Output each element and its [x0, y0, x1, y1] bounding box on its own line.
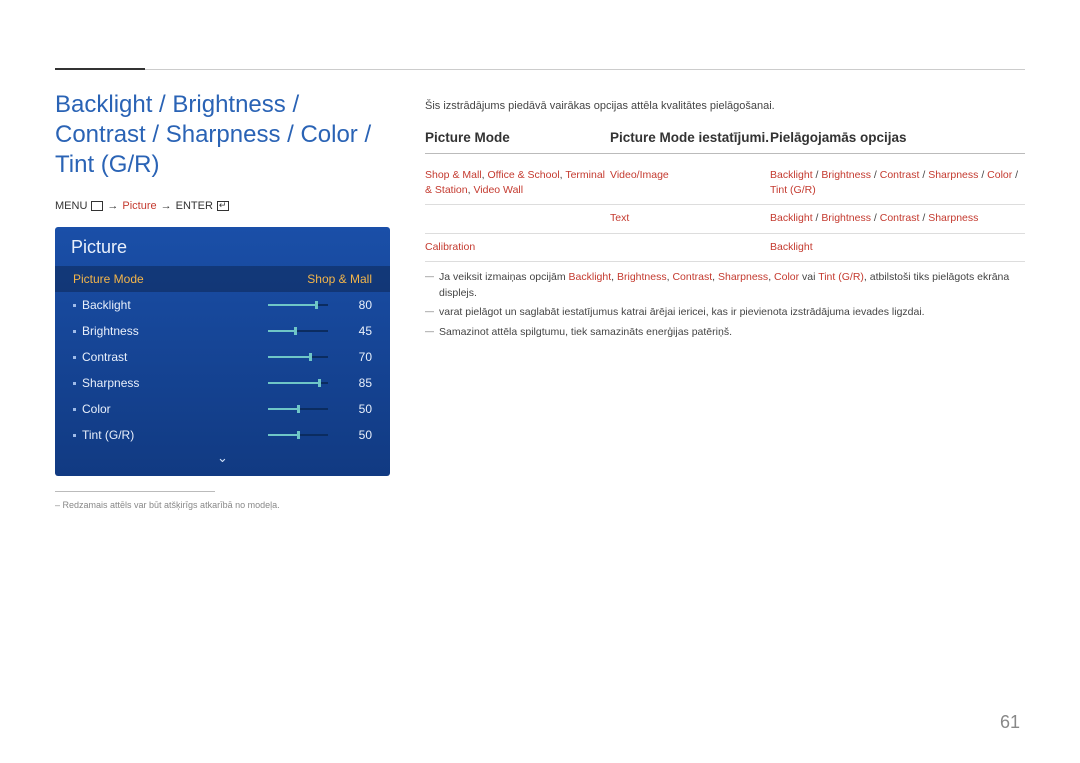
table-row: Shop & Mall, Office & School, Terminal &… — [425, 162, 1025, 205]
menu-path: MENU → Picture → ENTER — [55, 200, 390, 212]
slider-label: Backlight — [73, 298, 268, 312]
th-options: Pielāgojamās opcijas — [770, 130, 1025, 145]
slider-value: 50 — [344, 402, 372, 416]
slider-label: Color — [73, 402, 268, 416]
slider-track[interactable] — [268, 408, 328, 410]
picture-mode-value: Shop & Mall — [307, 272, 372, 286]
picture-mode-row[interactable]: Picture Mode Shop & Mall — [55, 266, 390, 292]
menu-picture: Picture — [122, 200, 156, 212]
slider-row[interactable]: Tint (G/R) 50 — [55, 422, 390, 448]
slider-track[interactable] — [268, 382, 328, 384]
horizontal-rule-thick — [55, 68, 145, 70]
slider-track[interactable] — [268, 356, 328, 358]
table-header: Picture Mode Picture Mode iestatījumi. P… — [425, 130, 1025, 154]
page-number: 61 — [1000, 712, 1020, 733]
slider-value: 70 — [344, 350, 372, 364]
slider-label: Sharpness — [73, 376, 268, 390]
th-settings: Picture Mode iestatījumi. — [610, 130, 770, 145]
picture-mode-label: Picture Mode — [73, 272, 307, 286]
slider-value: 45 — [344, 324, 372, 338]
slider-row[interactable]: Color 50 — [55, 396, 390, 422]
slider-value: 80 — [344, 298, 372, 312]
footnote: – Redzamais attēls var būt atšķirīgs atk… — [55, 500, 390, 510]
slider-label: Brightness — [73, 324, 268, 338]
horizontal-rule — [55, 69, 1025, 70]
note-item: varat pielāgot un saglabāt iestatījumus … — [425, 305, 1025, 321]
note-item: Ja veiksit izmaiņas opcijām Backlight, B… — [425, 270, 1025, 302]
slider-row[interactable]: Backlight 80 — [55, 292, 390, 318]
notes-list: Ja veiksit izmaiņas opcijām Backlight, B… — [425, 270, 1025, 341]
menu-label: MENU — [55, 200, 87, 212]
arrow-icon: → — [107, 200, 118, 212]
enter-icon — [217, 201, 229, 211]
slider-value: 50 — [344, 428, 372, 442]
slider-value: 85 — [344, 376, 372, 390]
table-row: TextBacklight / Brightness / Contrast / … — [425, 205, 1025, 233]
enter-label: ENTER — [176, 200, 213, 212]
slider-label: Contrast — [73, 350, 268, 364]
menu-icon — [91, 201, 103, 211]
slider-row[interactable]: Sharpness 85 — [55, 370, 390, 396]
th-picture-mode: Picture Mode — [425, 130, 610, 145]
table-row: CalibrationBacklight — [425, 234, 1025, 262]
slider-row[interactable]: Contrast 70 — [55, 344, 390, 370]
divider — [55, 491, 215, 492]
arrow-icon: → — [161, 200, 172, 212]
chevron-down-icon[interactable]: ⌄ — [55, 448, 390, 468]
slider-track[interactable] — [268, 304, 328, 306]
slider-row[interactable]: Brightness 45 — [55, 318, 390, 344]
slider-track[interactable] — [268, 434, 328, 436]
page-title: Backlight / Brightness / Contrast / Shar… — [55, 90, 390, 180]
slider-track[interactable] — [268, 330, 328, 332]
slider-label: Tint (G/R) — [73, 428, 268, 442]
panel-title: Picture — [55, 227, 390, 266]
settings-panel: Picture Picture Mode Shop & Mall Backlig… — [55, 227, 390, 476]
intro-text: Šis izstrādājums piedāvā vairākas opcija… — [425, 90, 1025, 112]
note-item: Samazinot attēla spilgtumu, tiek samazin… — [425, 325, 1025, 341]
